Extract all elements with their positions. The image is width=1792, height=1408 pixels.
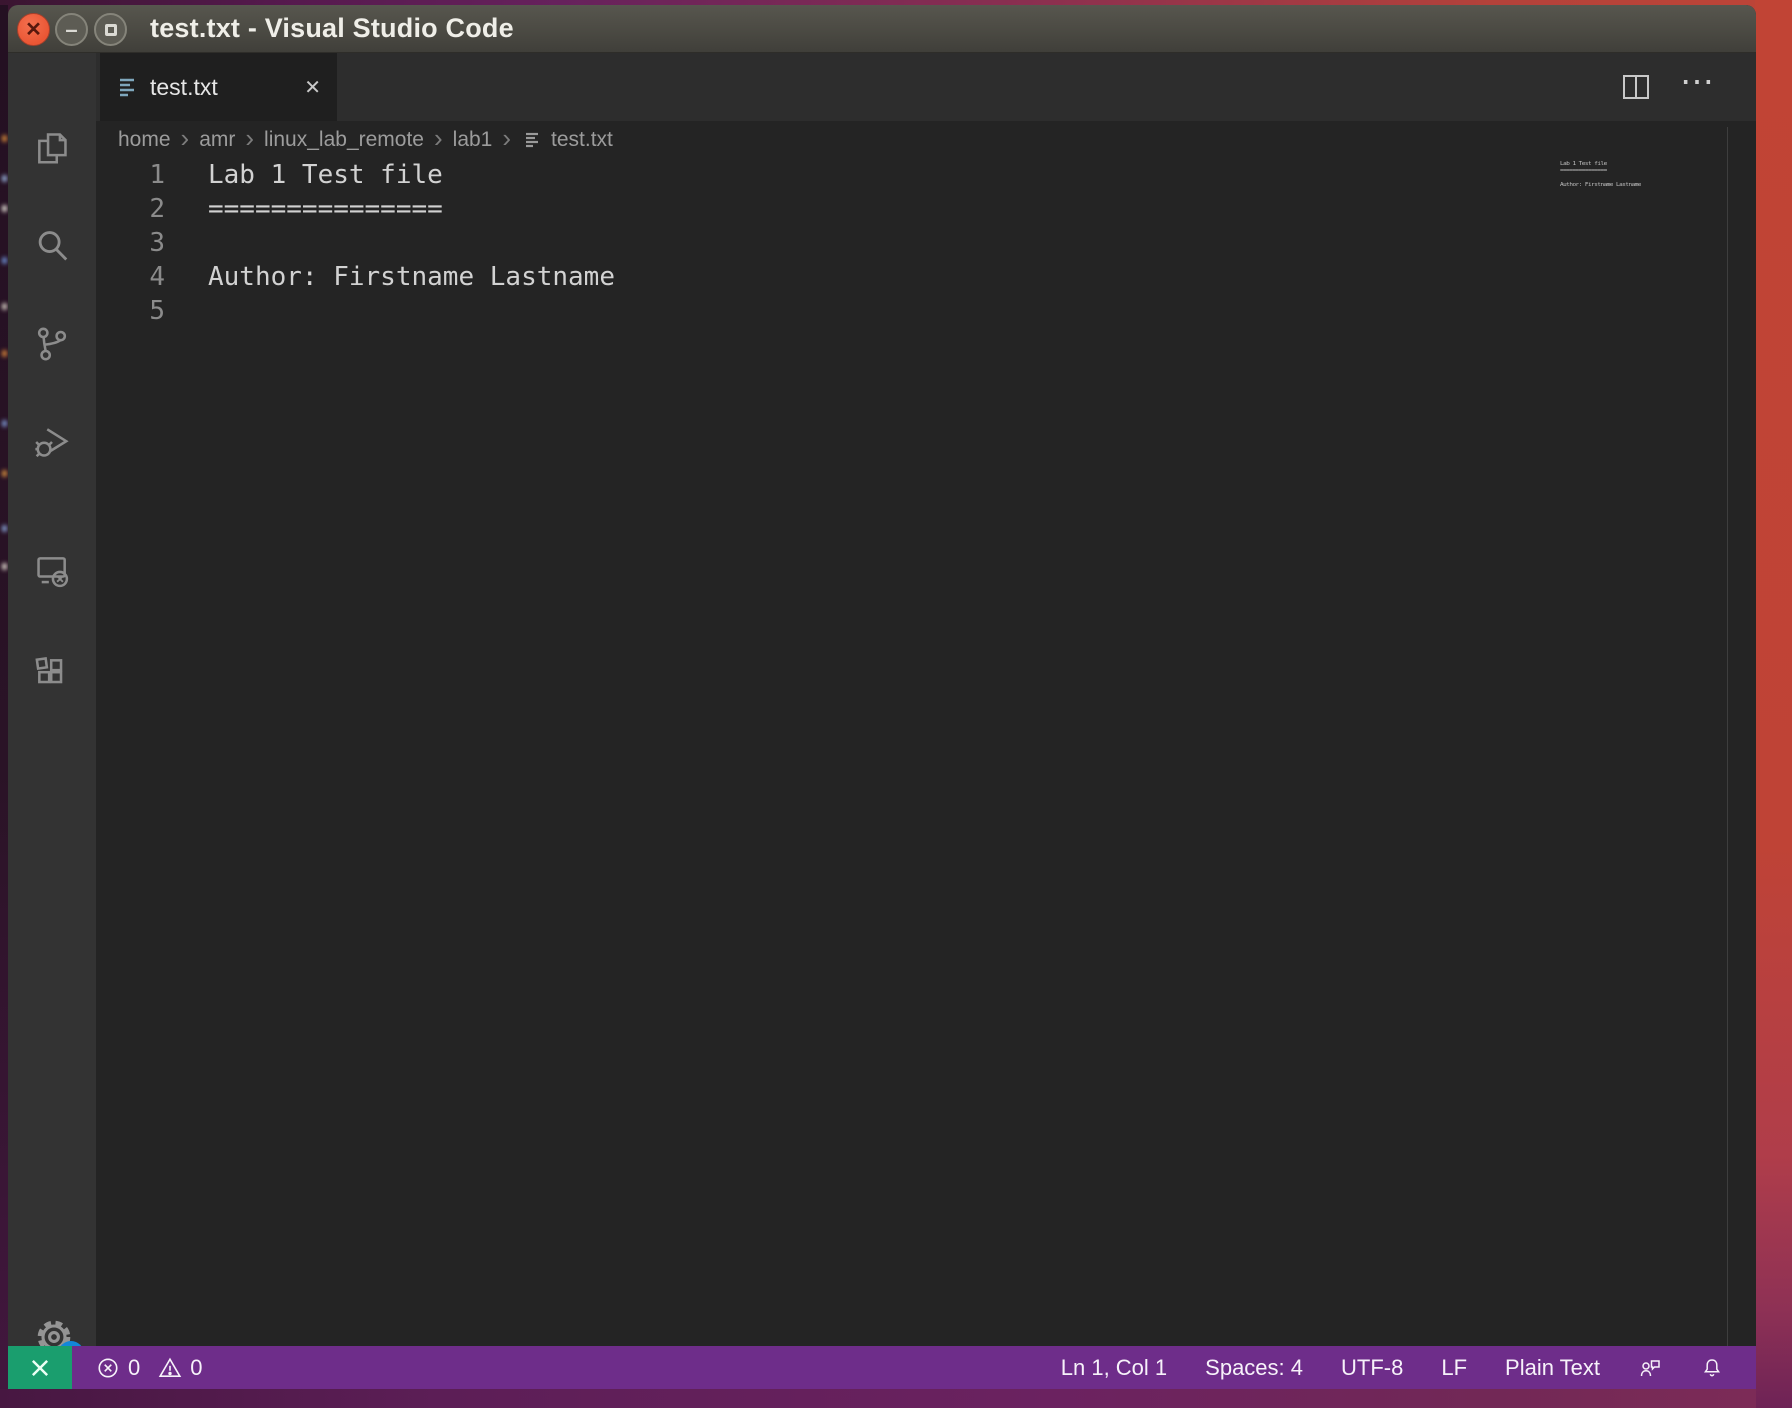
window-maximize-button[interactable] [94,13,127,46]
remote-indicator-button[interactable] [8,1346,72,1389]
explorer-icon[interactable] [32,128,72,168]
chevron-right-icon: › [245,138,254,142]
error-count: 0 [128,1355,140,1381]
tab-close-icon[interactable]: ✕ [304,75,321,100]
language-mode[interactable]: Plain Text [1505,1355,1600,1381]
bell-icon[interactable] [1700,1356,1724,1380]
code-line[interactable]: 5 [96,294,1756,328]
feedback-icon[interactable] [1638,1356,1662,1380]
warning-icon [158,1356,182,1380]
desktop-background-bottom [0,1388,1756,1408]
text-file-icon [525,131,541,149]
editor-actions: ⋯ [1622,53,1716,121]
tab-bar: test.txt ✕ ⋯ [96,53,1756,121]
overview-ruler-border [1727,127,1728,1346]
minimap[interactable]: Lab 1 Test file =============== Author: … [1560,160,1728,220]
more-actions-icon[interactable]: ⋯ [1680,65,1716,109]
wallpaper-speck [2,135,7,142]
desktop-background-right [1755,0,1792,1408]
chevron-right-icon: › [434,138,443,142]
breadcrumb-item-linux-lab-remote[interactable]: linux_lab_remote [264,128,424,152]
end-of-line[interactable]: LF [1441,1355,1467,1381]
remote-explorer-icon[interactable] [32,551,72,591]
minimize-icon: – [65,17,77,43]
split-editor-icon[interactable] [1622,74,1650,100]
close-icon: ✕ [25,20,42,40]
encoding[interactable]: UTF-8 [1341,1355,1403,1381]
tab-label: test.txt [150,74,304,101]
window-title: test.txt - Visual Studio Code [150,5,514,53]
chevron-right-icon: › [502,138,511,142]
code-line[interactable]: 1 Lab 1 Test file [96,158,1756,192]
line-number: 4 [96,260,165,294]
line-number: 5 [96,294,165,328]
minimap-line: Lab 1 Test file [1560,160,1728,166]
maximize-icon [105,24,117,36]
minimap-line [1560,174,1728,180]
minimap-line: Author: Firstname Lastname [1560,181,1728,187]
wallpaper-speck [2,563,7,570]
breadcrumb-item-lab1[interactable]: lab1 [453,128,493,152]
code-line[interactable]: 4 Author: Firstname Lastname [96,260,1756,294]
line-text [165,226,208,260]
activity-bar: 1 [8,53,96,1346]
wallpaper-speck [2,470,7,477]
window-close-button[interactable]: ✕ [17,13,50,46]
search-icon[interactable] [32,226,72,266]
title-bar: ✕ – test.txt - Visual Studio Code [8,5,1756,53]
line-text: =============== [165,192,443,226]
line-number: 1 [96,158,165,192]
breadcrumb-item-amr[interactable]: amr [199,128,235,152]
chevron-right-icon: › [181,138,190,142]
line-number: 3 [96,226,165,260]
minimap-line: =============== [1560,167,1728,173]
wallpaper-speck [2,525,7,532]
code-line[interactable]: 2 =============== [96,192,1756,226]
line-text: Lab 1 Test file [165,158,443,192]
indentation[interactable]: Spaces: 4 [1205,1355,1303,1381]
vscode-window: ✕ – test.txt - Visual Studio Code [8,5,1756,1389]
status-bar-right: Ln 1, Col 1 Spaces: 4 UTF-8 LF Plain Tex… [1061,1355,1756,1381]
warning-count: 0 [190,1355,202,1381]
breadcrumb-item-file[interactable]: test.txt [551,128,613,152]
wallpaper-speck [2,205,7,212]
text-file-icon [118,76,138,98]
wallpaper-speck [2,175,7,182]
run-and-debug-icon[interactable] [32,422,72,462]
wallpaper-speck [2,350,7,357]
wallpaper-speck [2,303,7,310]
error-icon [96,1356,120,1380]
status-bar: 0 0 Ln 1, Col 1 Spaces: 4 UTF-8 LF Plain… [8,1346,1756,1389]
extensions-icon[interactable] [32,653,72,693]
desktop-background-left [0,5,8,1389]
cursor-position[interactable]: Ln 1, Col 1 [1061,1355,1167,1381]
problems-button[interactable]: 0 0 [96,1355,203,1381]
breadcrumb: home › amr › linux_lab_remote › lab1 › t… [96,121,1756,158]
line-number: 2 [96,192,165,226]
code-line[interactable]: 3 [96,226,1756,260]
tab-test-txt[interactable]: test.txt ✕ [100,53,337,121]
editor-pane[interactable]: 1 Lab 1 Test file 2 =============== 3 4 … [96,158,1756,1346]
breadcrumb-item-home[interactable]: home [118,128,171,152]
window-minimize-button[interactable]: – [55,13,88,46]
wallpaper-speck [2,420,7,427]
source-control-icon[interactable] [32,324,72,364]
line-text [165,294,208,328]
remote-icon [27,1355,53,1381]
line-text: Author: Firstname Lastname [165,260,615,294]
wallpaper-speck [2,257,7,264]
